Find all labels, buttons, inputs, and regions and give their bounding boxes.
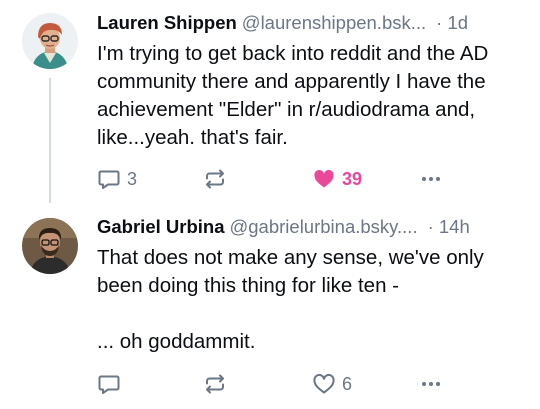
repost-button[interactable] bbox=[203, 166, 233, 192]
post-actions: 6 bbox=[97, 371, 440, 397]
post-body: Lauren Shippen @laurenshippen.bsk... · 1… bbox=[97, 10, 524, 152]
avatar-photo-icon bbox=[22, 218, 78, 274]
more-options-button[interactable] bbox=[419, 166, 443, 192]
reply-button[interactable]: 3 bbox=[97, 166, 137, 192]
post-header: Gabriel Urbina @gabrielurbina.bsky.... ·… bbox=[97, 214, 524, 240]
post-text-paragraph: I'm trying to get back into reddit and t… bbox=[97, 42, 489, 149]
author-handle[interactable]: @laurenshippen.bsk... bbox=[242, 10, 426, 36]
ellipsis-icon bbox=[422, 382, 440, 386]
post-time[interactable]: · 14h bbox=[428, 214, 470, 240]
like-button[interactable]: 6 bbox=[312, 371, 352, 397]
speech-bubble-icon bbox=[98, 170, 120, 189]
like-button[interactable]: 39 bbox=[312, 166, 362, 192]
avatar[interactable] bbox=[22, 218, 78, 274]
speech-bubble-icon bbox=[98, 375, 120, 394]
reply-button[interactable] bbox=[97, 371, 127, 397]
post-actions: 3 39 bbox=[97, 166, 440, 192]
thread-line bbox=[49, 78, 51, 203]
post-header: Lauren Shippen @laurenshippen.bsk... · 1… bbox=[97, 10, 524, 36]
post-time[interactable]: · 1d bbox=[436, 10, 468, 36]
post[interactable]: Lauren Shippen @laurenshippen.bsk... · 1… bbox=[0, 0, 540, 205]
post-text-paragraph: That does not make any sense, we've only… bbox=[97, 246, 484, 297]
repost-arrows-icon bbox=[206, 169, 224, 189]
like-count: 6 bbox=[342, 373, 353, 394]
more-options-button[interactable] bbox=[419, 371, 443, 397]
repost-button[interactable] bbox=[203, 371, 233, 397]
post-text-paragraph: ... oh goddammit. bbox=[97, 330, 256, 353]
avatar-illustration-icon bbox=[22, 13, 78, 69]
post-body: Gabriel Urbina @gabrielurbina.bsky.... ·… bbox=[97, 214, 524, 356]
author-name[interactable]: Lauren Shippen bbox=[97, 10, 237, 36]
author-name[interactable]: Gabriel Urbina bbox=[97, 214, 224, 240]
avatar[interactable] bbox=[22, 13, 78, 69]
heart-icon bbox=[314, 169, 334, 188]
post[interactable]: Gabriel Urbina @gabrielurbina.bsky.... ·… bbox=[0, 205, 540, 409]
repost-arrows-icon bbox=[206, 374, 224, 394]
author-handle[interactable]: @gabrielurbina.bsky.... bbox=[229, 214, 417, 240]
like-count: 39 bbox=[342, 168, 363, 189]
reply-count: 3 bbox=[127, 168, 138, 189]
post-text: That does not make any sense, we've only… bbox=[97, 244, 524, 356]
post-text: I'm trying to get back into reddit and t… bbox=[97, 40, 524, 152]
ellipsis-icon bbox=[422, 177, 440, 181]
heart-icon bbox=[313, 373, 335, 394]
